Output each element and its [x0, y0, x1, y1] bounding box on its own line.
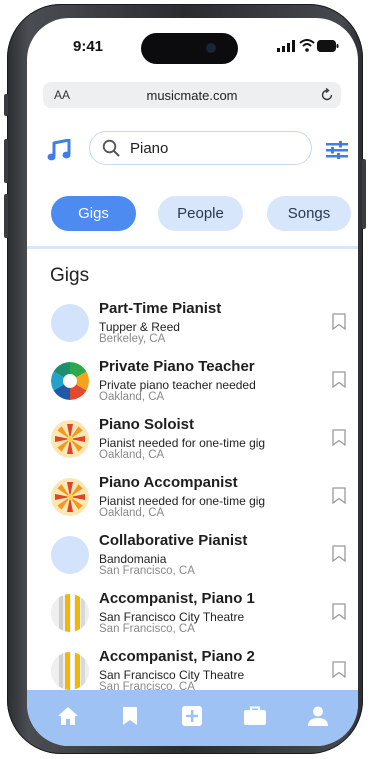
gig-title: Accompanist, Piano 1	[99, 590, 255, 607]
status-time: 9:41	[73, 38, 104, 55]
battery-icon	[317, 40, 339, 52]
list-item[interactable]: Private Piano Teacher Private piano teac…	[27, 358, 358, 412]
screen: 9:41 AA musicmate.com Piano Gigs People …	[27, 18, 358, 746]
gig-title: Piano Accompanist	[99, 474, 238, 491]
gig-title: Piano Soloist	[99, 416, 195, 433]
gig-location: Oakland, CA	[99, 507, 165, 519]
list-item[interactable]: Piano Accompanist Pianist needed for one…	[27, 474, 358, 528]
bookmark-icon[interactable]	[332, 545, 346, 562]
gig-location: Berkeley, CA	[99, 333, 166, 345]
bookmark-icon[interactable]	[122, 706, 138, 726]
gig-thumbnail	[51, 536, 89, 574]
gig-subtitle: Pianist needed for one-time gig	[99, 436, 266, 450]
reload-icon[interactable]	[320, 88, 334, 102]
search-input[interactable]: Piano	[89, 131, 312, 165]
gig-title: Private Piano Teacher	[99, 358, 255, 375]
gig-location: Oakland, CA	[99, 449, 165, 461]
signal-icon	[277, 40, 295, 52]
gig-thumbnail	[51, 652, 89, 690]
list-item[interactable]: Accompanist, Piano 1 San Francisco City …	[27, 590, 358, 644]
address-bar[interactable]: AA musicmate.com	[43, 82, 341, 108]
gig-thumbnail	[51, 478, 89, 516]
music-note-icon[interactable]	[47, 139, 73, 163]
gig-subtitle: Tupper & Reed	[99, 320, 180, 334]
tab-gigs[interactable]: Gigs	[51, 196, 136, 231]
gig-subtitle: Private piano teacher needed	[99, 378, 256, 392]
power-button	[362, 159, 366, 229]
gig-location: Oakland, CA	[99, 391, 165, 403]
briefcase-icon[interactable]	[244, 706, 266, 725]
gig-title: Part-Time Pianist	[99, 300, 222, 317]
volume-up-button	[4, 139, 8, 183]
search-icon	[102, 139, 120, 157]
sliders-icon[interactable]	[326, 141, 348, 159]
gig-subtitle: Pianist needed for one-time gig	[99, 494, 266, 508]
tab-songs[interactable]: Songs	[267, 196, 351, 231]
status-indicators	[277, 39, 339, 53]
gig-subtitle: Bandomania	[99, 552, 167, 566]
profile-icon[interactable]	[308, 706, 328, 726]
gig-title: Accompanist, Piano 2	[99, 648, 255, 665]
add-icon[interactable]	[182, 706, 202, 726]
gig-subtitle: San Francisco City Theatre	[99, 668, 245, 682]
gig-thumbnail	[51, 420, 89, 458]
action-button	[4, 94, 8, 116]
home-icon[interactable]	[57, 706, 79, 726]
gig-location: San Francisco, CA	[99, 565, 195, 577]
gig-thumbnail	[51, 362, 89, 400]
gig-title: Collaborative Pianist	[99, 532, 248, 549]
gig-thumbnail	[51, 304, 89, 342]
url-text[interactable]: musicmate.com	[43, 88, 341, 103]
wifi-icon	[299, 39, 315, 52]
volume-down-button	[4, 194, 8, 238]
list-item[interactable]: Piano Soloist Pianist needed for one-tim…	[27, 416, 358, 470]
list-item[interactable]: Collaborative Pianist Bandomania San Fra…	[27, 532, 358, 586]
bookmark-icon[interactable]	[332, 371, 346, 388]
bookmark-icon[interactable]	[332, 313, 346, 330]
section-title: Gigs	[50, 265, 90, 286]
bookmark-icon[interactable]	[332, 603, 346, 620]
phone-frame: 9:41 AA musicmate.com Piano Gigs People …	[4, 4, 366, 754]
dynamic-island	[141, 33, 238, 64]
bookmark-icon[interactable]	[332, 661, 346, 678]
gig-thumbnail	[51, 594, 89, 632]
list-item[interactable]: Part-Time Pianist Tupper & Reed Berkeley…	[27, 300, 358, 354]
tab-people[interactable]: People	[158, 196, 243, 231]
gig-subtitle: San Francisco City Theatre	[99, 610, 245, 624]
divider	[27, 246, 358, 249]
search-value: Piano	[130, 140, 169, 157]
bookmark-icon[interactable]	[332, 429, 346, 446]
bookmark-icon[interactable]	[332, 487, 346, 504]
status-bar: 9:41	[27, 18, 358, 80]
gig-location: San Francisco, CA	[99, 623, 195, 635]
bottom-tab-bar	[27, 690, 358, 746]
